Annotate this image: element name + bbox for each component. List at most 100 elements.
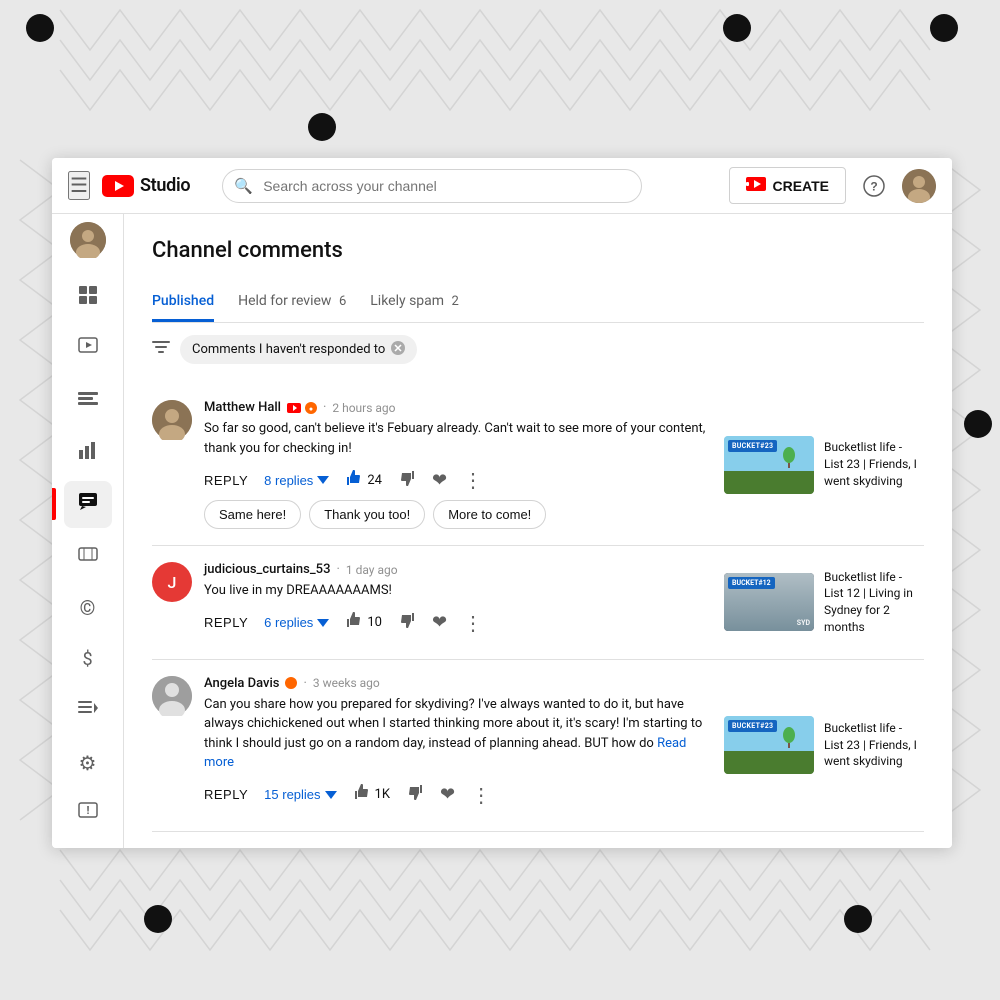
comment-2-like-count: 10	[367, 615, 382, 630]
sidebar-avatar[interactable]	[70, 222, 106, 258]
comment-1-thumbup-icon[interactable]	[345, 469, 363, 491]
main-content: Channel comments Published Held for revi…	[124, 214, 952, 848]
quick-chip-thank-you[interactable]: Thank you too!	[309, 500, 425, 529]
comment-1-reply-button[interactable]: REPLY	[204, 473, 248, 488]
filter-chip[interactable]: Comments I haven't responded to	[180, 335, 417, 364]
logo-area[interactable]: Studio	[102, 175, 190, 197]
sidebar-item-feedback[interactable]: !	[64, 790, 112, 838]
comment-3-text: Can you share how you prepared for skydi…	[204, 695, 712, 773]
create-label: CREATE	[772, 178, 829, 194]
analytics-icon	[78, 440, 98, 465]
decorative-dot-2	[723, 14, 751, 42]
quick-chip-more-to-come[interactable]: More to come!	[433, 500, 546, 529]
tab-held-for-review[interactable]: Held for review 6	[238, 283, 346, 322]
sidebar-item-analytics[interactable]	[64, 429, 112, 477]
svg-text:!: !	[86, 804, 89, 817]
comment-3-header: Angela Davis · 3 weeks ago	[204, 676, 712, 691]
comment-3-reply-button[interactable]: REPLY	[204, 787, 248, 802]
comment-3-read-more[interactable]: Read more	[204, 736, 686, 771]
search-icon: 🔍	[234, 177, 253, 195]
sidebar-item-settings[interactable]: ⚙	[64, 739, 112, 787]
comment-3-thumbdown-icon[interactable]	[406, 783, 424, 806]
comment-2-time: 1 day ago	[346, 563, 398, 577]
comment-3-video-title[interactable]: Bucketlist life - List 23 | Friends, I w…	[824, 720, 924, 770]
comment-3-heart-icon[interactable]: ❤	[440, 784, 455, 805]
svg-text:●: ●	[309, 405, 313, 413]
comment-2-reply-button[interactable]: REPLY	[204, 615, 248, 630]
comment-1-like-count: 24	[367, 473, 382, 488]
create-video-icon	[746, 175, 766, 196]
dashboard-icon	[78, 285, 98, 310]
comment-1-quick-replies: Same here! Thank you too! More to come!	[204, 500, 712, 529]
nav-right: CREATE ?	[729, 167, 936, 204]
tab-published[interactable]: Published	[152, 283, 214, 322]
comment-2-video-title[interactable]: Bucketlist life - List 12 | Living in Sy…	[824, 569, 924, 636]
help-button[interactable]: ?	[858, 170, 890, 202]
filter-icon[interactable]	[152, 339, 170, 360]
main-window: ☰ Studio 🔍	[52, 158, 952, 848]
comment-2-heart-icon[interactable]: ❤	[432, 612, 447, 633]
comments-icon	[78, 492, 98, 517]
comment-3-more-icon[interactable]: ⋮	[471, 783, 491, 807]
menu-icon[interactable]: ☰	[68, 171, 90, 200]
comment-1-likes: 24	[345, 469, 382, 491]
comment-1-thumbdown-icon[interactable]	[398, 469, 416, 492]
earn-icon: $	[82, 649, 92, 670]
comment-1-actions: REPLY 8 replies 24	[204, 468, 712, 492]
comment-1-video-info: BUCKET#23 Bucketlist life - List 23 | Fr…	[724, 400, 924, 529]
comment-1-more-icon[interactable]: ⋮	[463, 468, 483, 492]
sidebar-item-earn[interactable]: $	[64, 635, 112, 683]
comment-1-video-title[interactable]: Bucketlist life - List 23 | Friends, I w…	[824, 439, 924, 489]
comment-2-header: judicious_curtains_53 · 1 day ago	[204, 562, 712, 577]
comment-3-body: Angela Davis · 3 weeks ago Can you share…	[204, 676, 712, 815]
comment-3-avatar	[152, 676, 192, 716]
comment-2-thumbdown-icon[interactable]	[398, 611, 416, 634]
comment-1-header: Matthew Hall ● · 2 hour	[204, 400, 712, 415]
comment-1-badges: ●	[287, 402, 317, 414]
sidebar-item-copyright[interactable]: ©	[64, 584, 112, 632]
comment-3-thumbnail[interactable]: BUCKET#23	[724, 716, 814, 774]
comment-1-text: So far so good, can't believe it's Febua…	[204, 419, 712, 458]
decorative-dot-5	[964, 410, 992, 438]
comment-1-body: Matthew Hall ● · 2 hour	[204, 400, 712, 529]
sidebar-item-playlists[interactable]	[64, 687, 112, 735]
comment-2-thumbnail[interactable]: BUCKET#12 SYD	[724, 573, 814, 631]
decorative-dot-6	[144, 905, 172, 933]
sidebar-item-content[interactable]	[64, 326, 112, 374]
comment-card-2: J judicious_curtains_53 · 1 day ago You …	[152, 546, 924, 660]
svg-text:?: ?	[870, 179, 877, 193]
comment-3-actions: REPLY 15 replies 1K	[204, 783, 712, 807]
tab-likely-spam[interactable]: Likely spam 2	[370, 283, 459, 322]
comment-2-thumbup-icon[interactable]	[345, 611, 363, 634]
page-title: Channel comments	[152, 238, 924, 263]
comment-1-replies-button[interactable]: 8 replies	[264, 473, 329, 488]
comment-2-text: You live in my DREAAAAAAAMS!	[204, 581, 712, 601]
comment-3-thumbup-icon[interactable]	[353, 783, 371, 806]
comment-2-video-info: BUCKET#12 SYD Bucketlist life - List 12 …	[724, 562, 924, 643]
user-avatar[interactable]	[902, 169, 936, 203]
comment-1-author: Matthew Hall	[204, 400, 281, 415]
quick-chip-same-here[interactable]: Same here!	[204, 500, 301, 529]
comment-2-more-icon[interactable]: ⋮	[463, 611, 483, 635]
search-input[interactable]	[222, 169, 642, 203]
filter-chip-label: Comments I haven't responded to	[192, 342, 385, 357]
sidebar-item-comments[interactable]	[64, 481, 112, 529]
comment-1-heart-icon[interactable]: ❤	[432, 470, 447, 491]
filter-chip-close-icon[interactable]	[391, 340, 405, 359]
settings-icon: ⚙	[79, 751, 97, 775]
sidebar-item-dashboard[interactable]	[64, 274, 112, 322]
decorative-dot-7	[844, 905, 872, 933]
comment-3-badges	[285, 677, 297, 689]
comment-3-likes: 1K	[353, 783, 390, 806]
comment-2-replies-button[interactable]: 6 replies	[264, 615, 329, 630]
sidebar-item-subtitles[interactable]	[64, 377, 112, 425]
comment-3-replies-button[interactable]: 15 replies	[264, 787, 336, 802]
comment-3-like-count: 1K	[375, 787, 390, 802]
comment-3-video-info: BUCKET#23 Bucketlist life - List 23 | Fr…	[724, 676, 924, 815]
decorative-dot-1	[26, 14, 54, 42]
comment-1-thumbnail[interactable]: BUCKET#23	[724, 436, 814, 494]
subtitles-icon	[78, 389, 98, 413]
sidebar-item-monetization[interactable]	[64, 532, 112, 580]
create-button[interactable]: CREATE	[729, 167, 846, 204]
decorative-dot-4	[308, 113, 336, 141]
